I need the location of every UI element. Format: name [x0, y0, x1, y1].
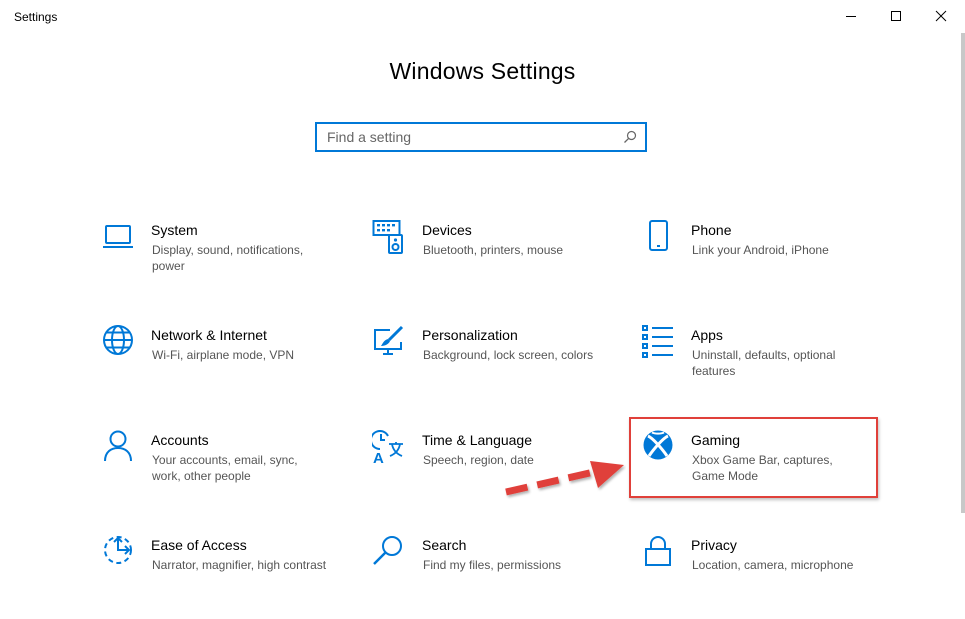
- paint-screen-icon: [372, 325, 408, 361]
- tile-name: Phone: [691, 222, 732, 238]
- tile-desc: Narrator, magnifier, high contrast: [152, 558, 327, 572]
- scrollbar[interactable]: [961, 33, 965, 513]
- apps-list-icon: [641, 325, 677, 361]
- search-box[interactable]: [315, 122, 647, 152]
- tile-name: Network & Internet: [151, 327, 267, 343]
- tile-name: Accounts: [151, 432, 209, 448]
- lock-icon: [641, 535, 677, 571]
- tile-desc: Wi-Fi, airplane mode, VPN: [152, 348, 295, 362]
- tile-network-internet[interactable]: Network & Internet Wi-Fi, airplane mode,…: [101, 325, 341, 405]
- annotation-arrow-icon: [505, 461, 624, 496]
- tile-name: Personalization: [422, 327, 518, 343]
- clock-language-icon: A: [372, 430, 408, 466]
- close-icon: [935, 10, 947, 22]
- search-input[interactable]: [317, 124, 627, 150]
- maximize-button[interactable]: [873, 0, 919, 32]
- tile-phone[interactable]: Phone Link your Android, iPhone: [641, 220, 881, 300]
- tile-name: System: [151, 222, 198, 238]
- tile-apps[interactable]: Apps Uninstall, defaults, optional featu…: [641, 325, 881, 405]
- laptop-icon: [101, 220, 137, 256]
- maximize-icon: [891, 11, 901, 21]
- ease-of-access-icon: [101, 535, 137, 571]
- tile-name: Devices: [422, 222, 472, 238]
- tile-desc: Link your Android, iPhone: [692, 243, 829, 257]
- tile-privacy[interactable]: Privacy Location, camera, microphone: [641, 535, 881, 615]
- tile-desc: Find my files, permissions: [423, 558, 562, 572]
- tile-search[interactable]: Search Find my files, permissions: [372, 535, 612, 615]
- tile-name: Ease of Access: [151, 537, 247, 553]
- tile-name: Privacy: [691, 537, 737, 553]
- tile-desc: Your accounts, email, sync, work, other …: [152, 453, 298, 483]
- app-title: Settings: [14, 10, 58, 24]
- minimize-icon: [846, 16, 856, 17]
- tile-name: Time & Language: [422, 432, 532, 448]
- svg-text:A: A: [373, 450, 384, 466]
- tile-accounts[interactable]: Accounts Your accounts, email, sync, wor…: [101, 430, 341, 510]
- tile-name: Search: [422, 537, 467, 553]
- tile-system[interactable]: System Display, sound, notifications, po…: [101, 220, 341, 300]
- globe-icon: [101, 325, 137, 361]
- tile-name: Apps: [691, 327, 723, 343]
- close-button[interactable]: [918, 0, 964, 32]
- tile-desc: Bluetooth, printers, mouse: [423, 243, 564, 257]
- keyboard-speaker-icon: [372, 220, 408, 256]
- tile-desc: Background, lock screen, colors: [423, 348, 594, 362]
- tile-desc: Location, camera, microphone: [692, 558, 854, 572]
- page-title: Windows Settings: [389, 58, 576, 84]
- search-icon: [372, 535, 408, 571]
- tile-ease-of-access[interactable]: Ease of Access Narrator, magnifier, high…: [101, 535, 341, 615]
- tile-devices[interactable]: Devices Bluetooth, printers, mouse: [372, 220, 612, 300]
- tile-desc: Display, sound, notifications, power: [152, 243, 304, 273]
- title-bar: Settings: [0, 0, 965, 33]
- phone-icon: [641, 220, 677, 256]
- annotation-highlight-box: [629, 417, 878, 498]
- minimize-button[interactable]: [828, 0, 874, 32]
- person-icon: [101, 430, 137, 466]
- tile-personalization[interactable]: Personalization Background, lock screen,…: [372, 325, 612, 405]
- search-icon[interactable]: [623, 130, 637, 144]
- tile-desc: Uninstall, defaults, optional features: [692, 348, 836, 378]
